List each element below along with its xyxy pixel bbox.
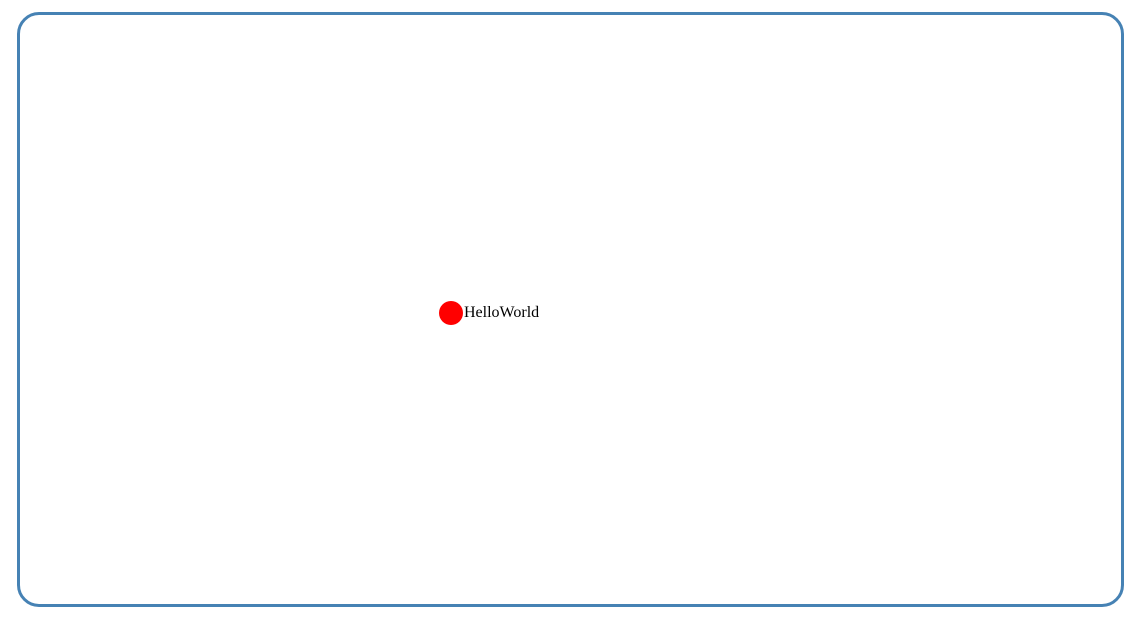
- marker[interactable]: HelloWorld: [439, 301, 539, 325]
- canvas-frame: [17, 12, 1124, 607]
- marker-dot[interactable]: [439, 301, 463, 325]
- marker-label: HelloWorld: [464, 304, 540, 321]
